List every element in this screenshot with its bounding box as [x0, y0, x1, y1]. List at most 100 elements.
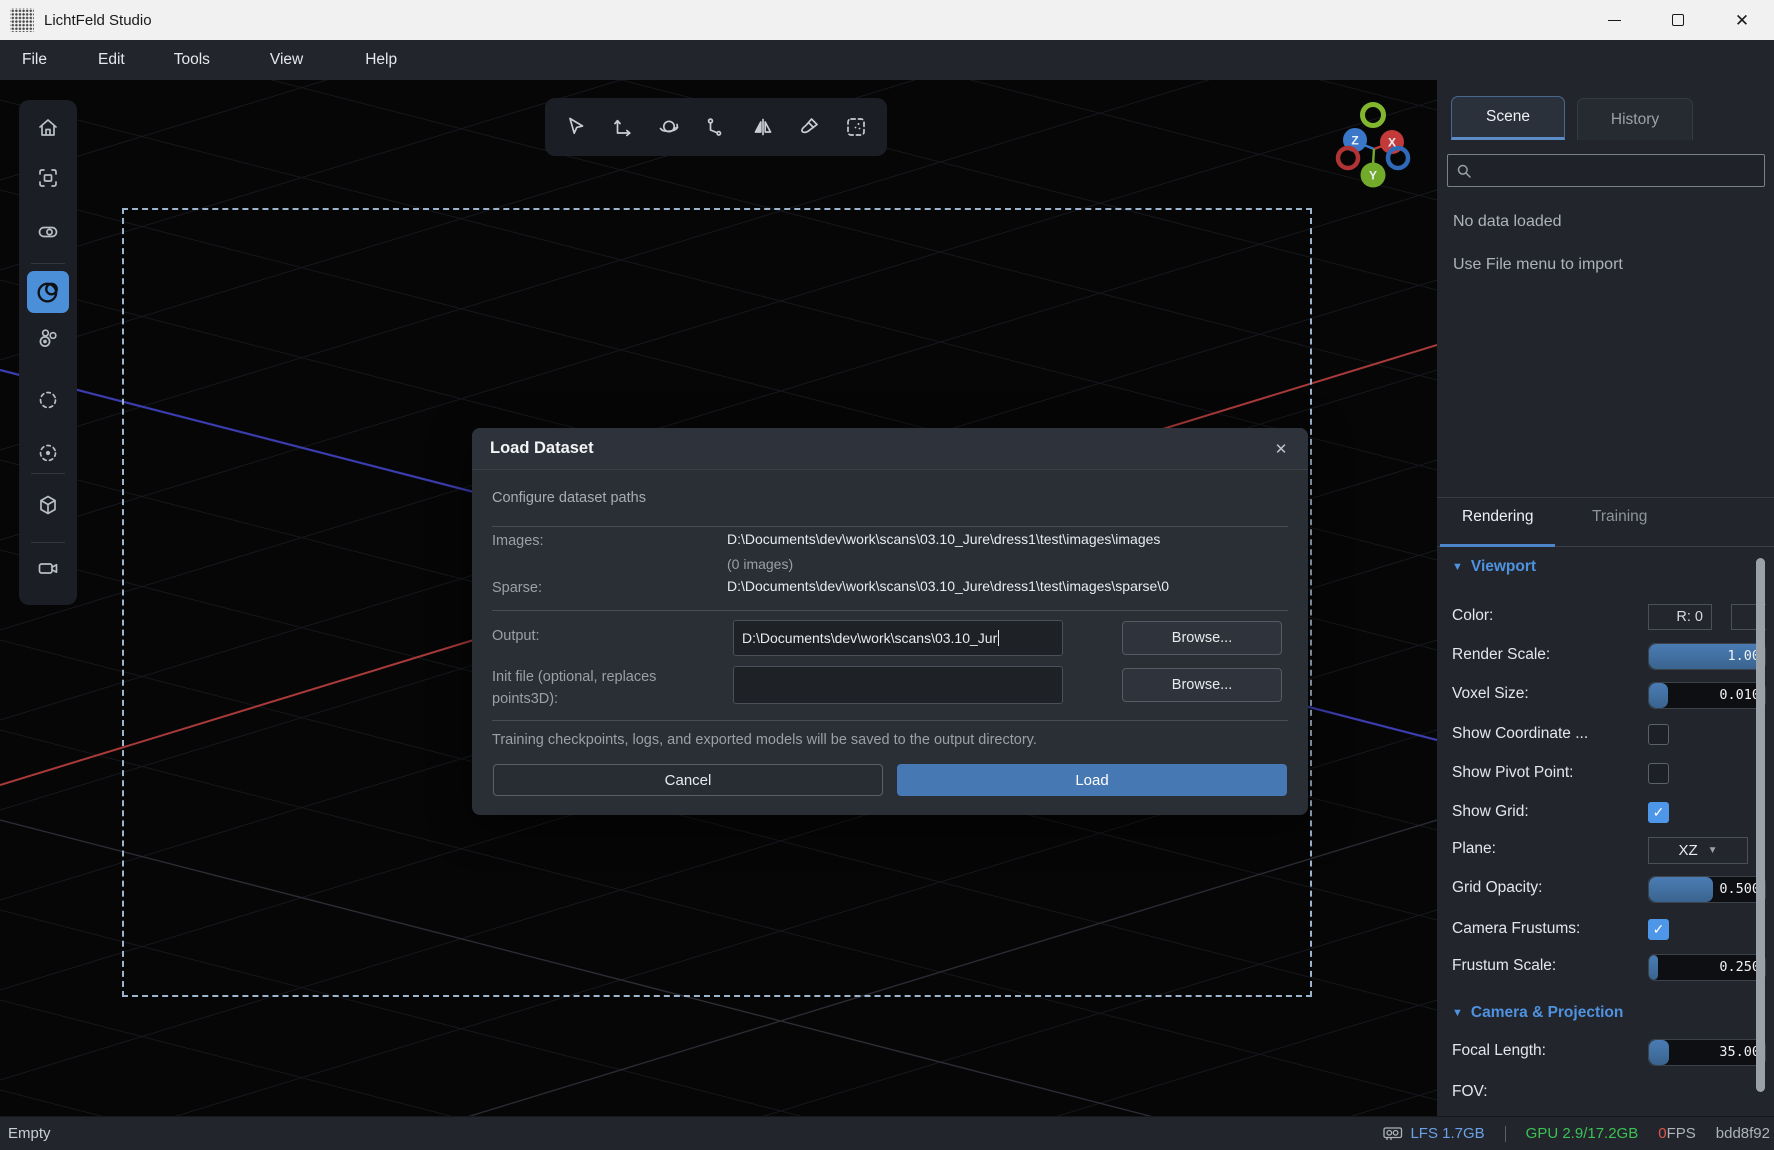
sparse-label: Sparse:: [492, 580, 542, 596]
rotate-icon: [656, 114, 682, 140]
frame-select-tool-button[interactable]: [30, 160, 66, 196]
home-tool-button[interactable]: [30, 110, 66, 146]
point-cloud-tool-button[interactable]: [30, 320, 66, 356]
plane-row: Plane: XZ ▼: [1437, 836, 1774, 866]
fov-row: FOV:: [1437, 1079, 1774, 1109]
box-select-points-tool-button[interactable]: [839, 110, 873, 144]
menu-tools[interactable]: Tools: [170, 51, 214, 69]
section-title: Viewport: [1471, 558, 1536, 576]
status-separator: [1505, 1126, 1506, 1142]
camera-frustums-checkbox[interactable]: ✓: [1648, 919, 1669, 940]
cancel-button[interactable]: Cancel: [493, 764, 883, 796]
brush-tool-button[interactable]: [792, 110, 826, 144]
dialog-divider: [492, 720, 1288, 721]
voxel-size-row: Voxel Size: 0.010: [1437, 681, 1774, 711]
mirror-tool-button[interactable]: [746, 110, 780, 144]
toggle-view-tool-button[interactable]: [30, 214, 66, 250]
color-row: Color: R: 0: [1437, 603, 1774, 633]
plane-select[interactable]: XZ ▼: [1648, 837, 1748, 864]
scene-empty-hint: Use File menu to import: [1453, 256, 1623, 274]
rotate-tool-button[interactable]: [652, 110, 686, 144]
tab-training[interactable]: Training: [1592, 508, 1647, 526]
properties-tab-bar: Rendering Training: [1437, 498, 1774, 547]
gaussian-splat-tool-button-active[interactable]: [27, 271, 69, 313]
dialog-divider: [492, 526, 1288, 527]
dialog-close-button[interactable]: ✕: [1270, 438, 1292, 460]
voxel-size-slider[interactable]: 0.010: [1648, 682, 1766, 709]
right-panel: Scene History No data loaded Use File me…: [1437, 80, 1774, 1116]
frustum-scale-row: Frustum Scale: 0.250: [1437, 953, 1774, 983]
dialog-note: Training checkpoints, logs, and exported…: [492, 732, 1037, 748]
status-bar: Empty LFS 1.7GB GPU 2.9/17.2GB 0 FPS bdd…: [0, 1116, 1774, 1150]
toggle-view-icon: [36, 220, 60, 244]
frame-select-icon: [36, 166, 60, 190]
status-fps-value: 0: [1658, 1125, 1666, 1142]
window-title: LichtFeld Studio: [44, 12, 152, 29]
toolbar-divider: [31, 542, 65, 543]
camera-tool-button[interactable]: [30, 550, 66, 586]
images-path: D:\Documents\dev\work\scans\03.10_Jure\d…: [727, 531, 1160, 547]
output-path-input[interactable]: D:\Documents\dev\work\scans\03.10_Jur: [733, 620, 1063, 656]
point-cloud-icon: [36, 326, 60, 350]
init-file-input[interactable]: [733, 666, 1063, 704]
show-grid-row: Show Grid: ✓: [1437, 799, 1774, 829]
output-label: Output:: [492, 628, 540, 644]
svg-text:Z: Z: [1351, 134, 1358, 148]
minimize-button[interactable]: [1582, 0, 1646, 40]
menu-file[interactable]: File: [18, 51, 51, 69]
show-coordinate-row: Show Coordinate ... ✓: [1437, 721, 1774, 751]
load-button[interactable]: Load: [897, 764, 1287, 796]
search-icon: [1456, 163, 1472, 179]
tab-scene[interactable]: Scene: [1451, 96, 1565, 140]
init-file-label: Init file (optional, replaces points3D):: [492, 666, 717, 711]
axis-gizmo[interactable]: Z X Y: [1335, 93, 1415, 193]
grid-opacity-slider[interactable]: 0.500: [1648, 876, 1766, 903]
gizmo-y-neg: [1363, 105, 1384, 126]
camera-section-header[interactable]: ▼ Camera & Projection: [1452, 1004, 1623, 1022]
transform-toolbar: [545, 98, 887, 156]
init-browse-button[interactable]: Browse...: [1122, 668, 1282, 702]
menu-view[interactable]: View: [266, 51, 307, 69]
bounding-cube-tool-button[interactable]: [30, 487, 66, 523]
selection-center-tool-button[interactable]: [30, 435, 66, 471]
show-coordinate-checkbox[interactable]: ✓: [1648, 724, 1669, 745]
frustum-scale-slider[interactable]: 0.250: [1648, 954, 1766, 981]
load-dataset-dialog: Load Dataset ✕ Configure dataset paths I…: [472, 428, 1308, 815]
chevron-down-icon: ▼: [1708, 845, 1718, 856]
dialog-title: Load Dataset: [490, 439, 594, 458]
output-browse-button[interactable]: Browse...: [1122, 621, 1282, 655]
toolbar-divider: [31, 263, 65, 264]
tab-rendering[interactable]: Rendering: [1462, 508, 1534, 526]
focal-length-slider[interactable]: 35.00: [1648, 1039, 1766, 1066]
minimize-icon: [1608, 20, 1621, 21]
render-scale-slider[interactable]: 1.00: [1648, 643, 1766, 670]
viewport-section-header[interactable]: ▼ Viewport: [1452, 558, 1536, 576]
status-gpu-memory: GPU 2.9/17.2GB: [1526, 1125, 1639, 1142]
show-grid-checkbox[interactable]: ✓: [1648, 802, 1669, 823]
node-chain-tool-button[interactable]: [699, 110, 733, 144]
dialog-header[interactable]: Load Dataset ✕: [472, 428, 1308, 470]
menu-edit[interactable]: Edit: [94, 51, 129, 69]
status-fps-unit: FPS: [1667, 1125, 1696, 1142]
show-pivot-checkbox[interactable]: ✓: [1648, 763, 1669, 784]
translate-icon: [610, 114, 636, 140]
selection-circle-tool-button[interactable]: [30, 382, 66, 418]
toolbar-divider: [31, 473, 65, 474]
status-lfs-memory: LFS 1.7GB: [1410, 1125, 1484, 1142]
select-cursor-icon: [563, 114, 589, 140]
brush-icon: [796, 114, 822, 140]
tab-history[interactable]: History: [1577, 98, 1693, 140]
close-button[interactable]: ✕: [1710, 0, 1774, 40]
menu-bar: File Edit Tools View Help: [0, 40, 1774, 80]
camera-icon: [36, 556, 60, 580]
node-chain-icon: [703, 114, 729, 140]
menu-help[interactable]: Help: [361, 51, 401, 69]
status-build-hash: bdd8f92: [1716, 1125, 1770, 1142]
translate-tool-button[interactable]: [606, 110, 640, 144]
maximize-button[interactable]: [1646, 0, 1710, 40]
select-cursor-tool-button[interactable]: [559, 110, 593, 144]
scene-search-input[interactable]: [1447, 154, 1765, 187]
selection-center-icon: [36, 441, 60, 465]
panel-scrollbar[interactable]: [1756, 558, 1765, 1092]
color-r-field[interactable]: R: 0: [1648, 604, 1712, 630]
